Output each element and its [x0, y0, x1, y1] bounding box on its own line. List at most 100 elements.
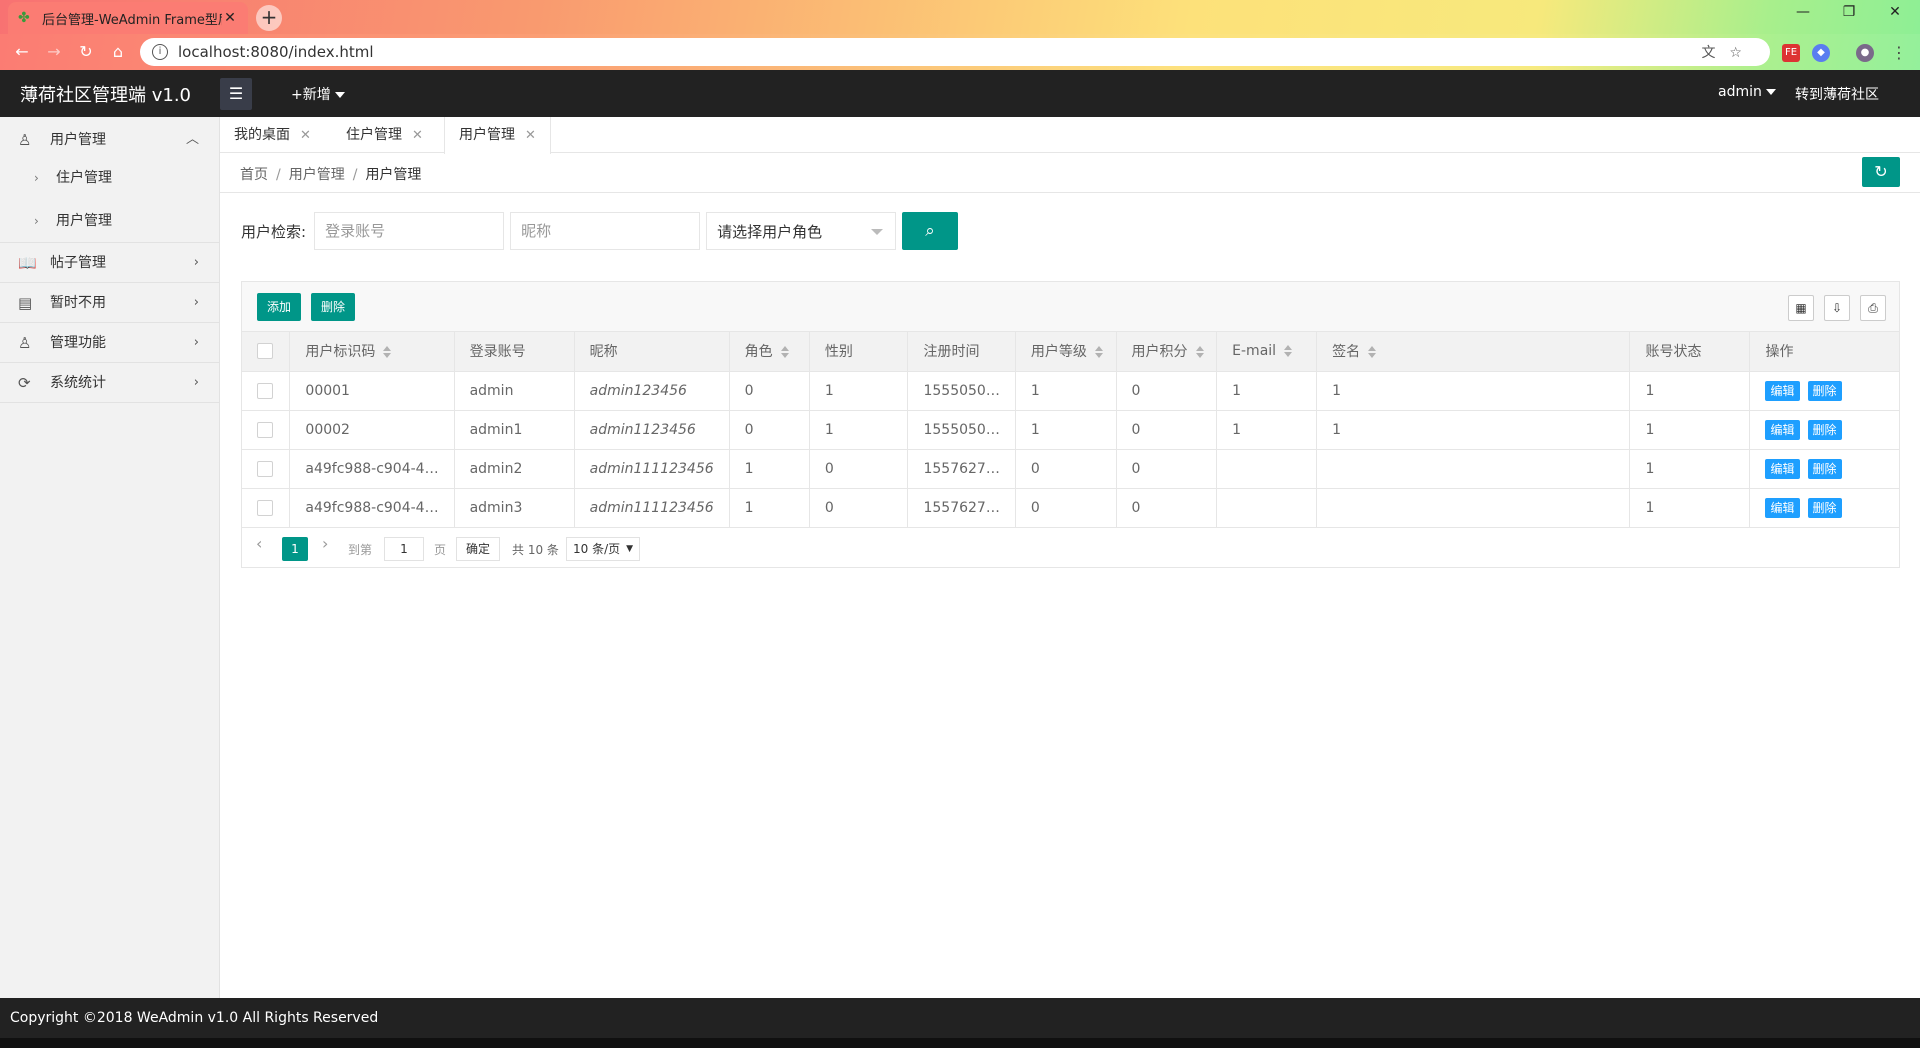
export-icon[interactable]: ⇩ [1824, 295, 1850, 321]
delete-button[interactable]: 删除 [1807, 380, 1842, 401]
add-button[interactable]: 添加 [257, 293, 302, 321]
column-header-label: 操作 [1765, 344, 1794, 361]
table-cell: admin3 [454, 488, 575, 528]
column-header[interactable]: 用户积分 [1116, 332, 1218, 372]
edit-button[interactable]: 编辑 [1765, 497, 1800, 518]
table-cell: 1 [1316, 371, 1631, 411]
search-label: 用户检索: [241, 222, 307, 241]
breadcrumb-item[interactable]: 用户管理 [289, 167, 345, 183]
add-new-menu[interactable]: +新增 [291, 84, 345, 104]
extension-shield-icon[interactable]: ◆ [1812, 44, 1830, 62]
user-table: 用户标识码 登录账号 昵称 角色 性别 注册时间 用户等级 用户积分 E-mai… [242, 332, 1899, 528]
info-icon[interactable]: i [152, 44, 168, 60]
table-cell: 1 [809, 410, 909, 450]
column-header: 操作 [1749, 332, 1899, 372]
edit-button[interactable]: 编辑 [1765, 458, 1800, 479]
user-menu[interactable]: admin [1718, 84, 1776, 100]
table-row: a49fc988-c904-4… admin3 admin111123456 1 0 15… [242, 488, 1899, 528]
restore-icon[interactable]: ❐ [1826, 4, 1872, 20]
close-icon[interactable]: ✕ [412, 128, 423, 143]
edit-button[interactable]: 编辑 [1765, 380, 1800, 401]
sidebar-item-posts[interactable]: 📖 帖子管理 › [0, 243, 219, 283]
breadcrumb-home[interactable]: 首页 [240, 167, 268, 183]
table-cell: 0 [729, 410, 810, 450]
browser-tab[interactable]: ✤ 后台管理-WeAdmin Frame型后 ✕ [8, 2, 248, 34]
tab-desktop[interactable]: 我的桌面 ✕ [220, 117, 325, 153]
extension-fe-icon[interactable]: FE [1782, 44, 1800, 62]
select-all-checkbox[interactable] [257, 343, 273, 360]
sidebar-item-unused[interactable]: ▤ 暂时不用 › [0, 283, 219, 323]
close-icon[interactable]: ✕ [222, 10, 238, 26]
table-toolbar: 添加 删除 ▦ ⇩ ⎙ [242, 282, 1899, 332]
delete-button[interactable]: 删除 [1807, 458, 1842, 479]
row-checkbox[interactable] [257, 421, 273, 438]
back-icon[interactable]: ← [10, 42, 34, 61]
column-header-label: 注册时间 [923, 344, 980, 361]
tab-users[interactable]: 用户管理 ✕ [444, 117, 551, 154]
page-current[interactable]: 1 [282, 536, 308, 561]
table-cell: 0 [1015, 449, 1117, 489]
tab-residents[interactable]: 住户管理 ✕ [332, 117, 437, 153]
goto-confirm-button[interactable]: 确定 [456, 536, 500, 561]
refresh-button[interactable]: ↻ [1862, 157, 1900, 187]
column-header-label: 用户积分 [1131, 344, 1188, 361]
edit-button[interactable]: 编辑 [1765, 419, 1800, 440]
table-cell: 1 [809, 371, 909, 411]
table-cell: 1 [1216, 410, 1318, 450]
minimize-icon[interactable]: — [1780, 4, 1826, 20]
sidebar-item-statistics[interactable]: ⟳ 系统统计 › [0, 363, 219, 403]
sidebar-subitem-residents[interactable]: › 住户管理 [0, 157, 219, 200]
row-select-cell [242, 488, 291, 528]
select-all-cell [242, 332, 291, 372]
home-icon[interactable]: ⌂ [106, 42, 130, 61]
row-checkbox[interactable] [257, 499, 273, 516]
more-menu-icon[interactable]: ⋮ [1890, 44, 1908, 62]
profile-avatar-icon[interactable]: ● [1856, 44, 1874, 62]
page-size-select[interactable]: 10 条/页 ▼ [566, 536, 640, 561]
breadcrumb-bar: 首页 / 用户管理 / 用户管理 ↻ [220, 153, 1920, 193]
menu-toggle-icon[interactable]: ☰ [220, 78, 252, 110]
next-page-icon[interactable]: › [322, 534, 328, 553]
breadcrumb-separator: / [352, 167, 358, 183]
sidebar-subitem-users[interactable]: › 用户管理 [0, 200, 219, 243]
columns-filter-icon[interactable]: ▦ [1788, 295, 1814, 321]
goto-community-link[interactable]: 转到薄荷社区 [1795, 84, 1879, 104]
column-header[interactable]: 角色 [729, 332, 810, 372]
window-close-icon[interactable]: ✕ [1872, 4, 1918, 20]
account-search-input[interactable] [314, 212, 505, 250]
new-tab-button[interactable]: + [256, 5, 282, 31]
batch-delete-button[interactable]: 删除 [311, 293, 356, 321]
sidebar-item-user-management[interactable]: ♙ 用户管理 ︿ [0, 117, 219, 157]
delete-button[interactable]: 删除 [1807, 419, 1842, 440]
breadcrumb: 首页 / 用户管理 / 用户管理 [240, 164, 421, 184]
role-select[interactable]: 请选择用户角色 [706, 212, 897, 250]
page-size-value: 10 条/页 [573, 541, 621, 556]
star-icon[interactable]: 文☆ [1701, 42, 1756, 62]
close-icon[interactable]: ✕ [300, 128, 311, 143]
nickname-search-input[interactable] [510, 212, 701, 250]
column-header[interactable]: E-mail [1216, 332, 1318, 372]
close-icon[interactable]: ✕ [525, 128, 536, 143]
row-checkbox[interactable] [257, 382, 273, 399]
reload-icon[interactable]: ↻ [74, 42, 98, 61]
browser-toolbar: ← → ↻ ⌂ i localhost:8080/index.html 文☆ F… [0, 34, 1920, 70]
app-logo[interactable]: 薄荷社区管理端 v1.0 [20, 81, 191, 107]
row-checkbox[interactable] [257, 460, 273, 477]
sidebar-item-label: 系统统计 [50, 375, 106, 391]
search-button[interactable]: ⌕ [902, 212, 959, 250]
pagination: ‹ 1 › 到第 1 页 确定 共 10 条 10 条/页 ▼ [242, 528, 1899, 569]
forward-icon[interactable]: → [42, 42, 66, 61]
column-header[interactable]: 签名 [1316, 332, 1631, 372]
sidebar-item-admin-functions[interactable]: ♙ 管理功能 › [0, 323, 219, 363]
prev-page-icon[interactable]: ‹ [256, 534, 262, 553]
table-cell: 0 [1116, 449, 1218, 489]
column-header[interactable]: 用户标识码 [289, 332, 455, 372]
delete-button[interactable]: 删除 [1807, 497, 1842, 518]
address-bar[interactable]: i localhost:8080/index.html 文☆ [140, 38, 1770, 66]
column-header[interactable]: 用户等级 [1015, 332, 1117, 372]
goto-page-input[interactable]: 1 [384, 536, 424, 561]
table-cell: 0 [729, 371, 810, 411]
column-header-label: 账号状态 [1645, 344, 1702, 361]
chevron-right-icon: › [193, 375, 199, 390]
print-icon[interactable]: ⎙ [1860, 295, 1886, 321]
